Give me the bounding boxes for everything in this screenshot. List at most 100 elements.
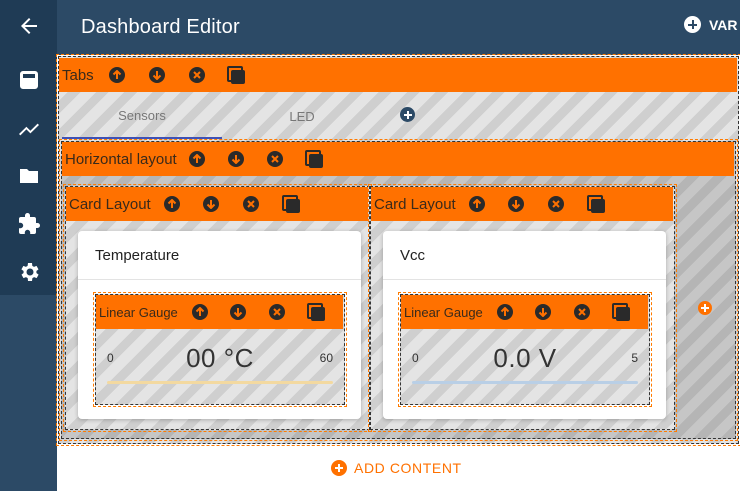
move-up-button[interactable]	[108, 67, 125, 83]
card-layout[interactable]: Card Layout Temperature Linear Gauge 0 0…	[63, 184, 372, 432]
page-title: Dashboard Editor	[81, 16, 240, 38]
gauge-body: 0 0.0 V 5	[401, 329, 649, 404]
variables-button[interactable]: VAR	[684, 16, 738, 33]
close-icon	[578, 308, 586, 316]
add-content-button[interactable]: ADD CONTENT	[331, 460, 462, 476]
gauge-value: 0.0 V	[493, 343, 557, 373]
gauge-label: Linear Gauge	[404, 304, 483, 320]
arrow-up-icon	[192, 154, 201, 163]
add-to-horizontal-layout-icon[interactable]	[698, 301, 712, 315]
gauge-track	[412, 381, 638, 384]
card-title: Temperature	[95, 247, 180, 264]
gauge-max: 60	[319, 351, 333, 365]
tabs-layout-toolbar: Tabs	[59, 58, 737, 92]
tab-sensors[interactable]: Sensors	[62, 93, 222, 139]
add-tab-icon[interactable]	[400, 107, 415, 122]
copy-icon[interactable]	[281, 195, 300, 213]
gauge-max: 5	[631, 351, 638, 365]
horizontal-layout-label: Horizontal layout	[65, 150, 177, 168]
add-circle-icon	[684, 16, 701, 33]
sidebar-item-files[interactable]	[0, 152, 57, 200]
close-icon	[273, 308, 281, 316]
tabs-bar: Sensors LED	[62, 93, 738, 139]
sidebar-item-plugins[interactable]	[0, 200, 57, 248]
linear-gauge[interactable]: Linear Gauge 0 00 °C 60	[93, 292, 347, 407]
move-up-button[interactable]	[496, 304, 513, 320]
arrow-down-icon	[233, 308, 242, 317]
close-icon	[247, 200, 255, 208]
card-layout-toolbar: Card Layout	[66, 187, 368, 221]
sidebar-item-settings[interactable]	[0, 248, 57, 296]
folder-icon	[19, 169, 38, 183]
move-down-button[interactable]	[229, 304, 246, 320]
close-icon	[552, 200, 560, 208]
card-layout-label: Card Layout	[374, 195, 456, 213]
delete-button[interactable]	[266, 151, 283, 167]
gauge-track	[107, 381, 333, 384]
gauge-value: 00 °C	[186, 343, 254, 373]
delete-button[interactable]	[547, 196, 564, 212]
sidebar	[0, 0, 57, 491]
dashboard-icon	[19, 71, 38, 89]
horizontal-layout[interactable]: Horizontal layout Card Layout Temperatur…	[59, 139, 738, 441]
add-content-label: ADD CONTENT	[354, 460, 462, 476]
copy-icon[interactable]	[226, 66, 245, 84]
arrow-down-icon	[231, 155, 240, 164]
arrow-up-icon	[472, 199, 481, 208]
card-title: Vcc	[400, 247, 426, 264]
close-icon	[271, 155, 279, 163]
back-button[interactable]	[0, 2, 57, 50]
tab-led[interactable]: LED	[222, 93, 382, 139]
chart-line-icon	[18, 123, 39, 136]
copy-icon[interactable]	[611, 303, 630, 321]
sidebar-item-charts[interactable]	[0, 104, 57, 152]
arrow-up-icon	[167, 199, 176, 208]
card: Vcc Linear Gauge 0 0.0 V 5	[383, 231, 666, 419]
move-up-button[interactable]	[163, 196, 180, 212]
move-down-button[interactable]	[507, 196, 524, 212]
card-layout-label: Card Layout	[69, 195, 151, 213]
variables-button-label: VAR	[709, 16, 738, 33]
card-divider	[78, 279, 361, 280]
add-circle-icon	[331, 460, 347, 476]
move-down-button[interactable]	[202, 196, 219, 212]
tabs-layout[interactable]: Tabs Sensors LED Horizontal layout Card …	[56, 54, 740, 446]
card: Temperature Linear Gauge 0 00 °C 60	[78, 231, 361, 419]
arrow-down-icon	[511, 200, 520, 209]
arrow-up-icon	[500, 307, 509, 316]
horizontal-layout-toolbar: Horizontal layout	[62, 142, 734, 176]
move-up-button[interactable]	[191, 304, 208, 320]
delete-button[interactable]	[188, 67, 205, 83]
move-down-button[interactable]	[534, 304, 551, 320]
sidebar-item-dashboard[interactable]	[0, 56, 57, 104]
dashboard-canvas: Tabs Sensors LED Horizontal layout Card …	[56, 54, 740, 447]
gauge-body: 0 00 °C 60	[96, 329, 344, 404]
editor-footer: ADD CONTENT	[57, 447, 740, 491]
copy-icon[interactable]	[586, 195, 605, 213]
move-up-button[interactable]	[188, 151, 205, 167]
arrow-down-icon	[538, 308, 547, 317]
tabs-layout-label: Tabs	[62, 66, 94, 84]
move-up-button[interactable]	[468, 196, 485, 212]
card-divider	[383, 279, 666, 280]
delete-button[interactable]	[573, 304, 590, 320]
copy-icon[interactable]	[306, 303, 325, 321]
gauge-label: Linear Gauge	[99, 304, 178, 320]
delete-button[interactable]	[268, 304, 285, 320]
move-down-button[interactable]	[148, 67, 165, 83]
gauge-toolbar: Linear Gauge	[401, 295, 648, 329]
copy-icon[interactable]	[304, 150, 323, 168]
card-layout-toolbar: Card Layout	[371, 187, 673, 221]
app-header: Dashboard Editor VAR	[57, 0, 740, 55]
close-icon	[192, 71, 201, 79]
delete-button[interactable]	[242, 196, 259, 212]
arrow-up-icon	[112, 70, 121, 79]
arrow-left-icon	[20, 18, 37, 34]
move-down-button[interactable]	[227, 151, 244, 167]
gear-icon	[20, 263, 39, 281]
puzzle-icon	[18, 213, 40, 234]
arrow-down-icon	[152, 71, 161, 80]
card-layout[interactable]: Card Layout Vcc Linear Gauge 0 0.0 V 5	[368, 184, 677, 432]
linear-gauge[interactable]: Linear Gauge 0 0.0 V 5	[398, 292, 652, 407]
gauge-toolbar: Linear Gauge	[96, 295, 343, 329]
